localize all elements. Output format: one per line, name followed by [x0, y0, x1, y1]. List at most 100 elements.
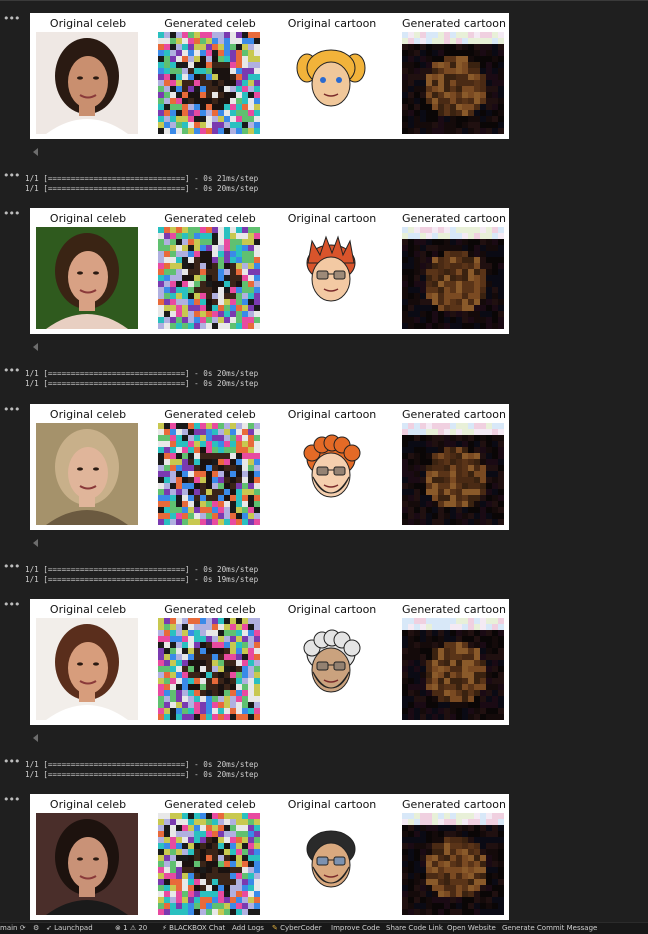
cell-more-actions-icon[interactable]: •••	[3, 208, 20, 219]
noise-pixel	[426, 501, 432, 507]
noise-pixel	[450, 819, 456, 825]
noise-pixel	[456, 104, 462, 110]
noise-pixel	[158, 831, 164, 837]
noise-pixel	[194, 233, 200, 239]
noise-pixel	[480, 666, 486, 672]
collapse-arrow-icon[interactable]	[33, 148, 38, 156]
noise-pixel	[468, 311, 474, 317]
noise-pixel	[438, 624, 444, 630]
noise-pixel	[242, 702, 248, 708]
noise-pixel	[474, 702, 480, 708]
noise-pixel	[206, 287, 212, 293]
live-share-icon[interactable]: ⚙	[33, 923, 39, 934]
noise-pixel	[480, 483, 486, 489]
noise-pixel	[224, 239, 230, 245]
noise-pixel	[248, 861, 254, 867]
noise-pixel	[498, 32, 504, 38]
noise-pixel	[230, 813, 236, 819]
noise-pixel	[170, 813, 176, 819]
noise-pixel	[480, 648, 486, 654]
noise-pixel	[230, 867, 236, 873]
noise-pixel	[158, 50, 164, 56]
noise-pixel	[158, 233, 164, 239]
noise-pixel	[176, 116, 182, 122]
add-logs-button[interactable]: Add Logs	[232, 923, 264, 934]
noise-pixel	[224, 104, 230, 110]
noise-pixel	[444, 86, 450, 92]
noise-pixel	[254, 708, 260, 714]
noise-pixel	[182, 891, 188, 897]
noise-pixel	[254, 624, 260, 630]
collapse-arrow-icon[interactable]	[33, 734, 38, 742]
cell-more-actions-icon[interactable]: •••	[3, 756, 20, 767]
noise-pixel	[182, 483, 188, 489]
noise-pixel	[474, 311, 480, 317]
noise-pixel	[408, 660, 414, 666]
cybercoder-button[interactable]: ✎ CyberCoder	[272, 923, 322, 934]
noise-pixel	[224, 92, 230, 98]
noise-pixel	[432, 311, 438, 317]
noise-pixel	[218, 495, 224, 501]
noise-pixel	[194, 323, 200, 329]
noise-pixel	[414, 855, 420, 861]
improve-code-button[interactable]: Improve Code	[331, 923, 380, 934]
noise-pixel	[176, 44, 182, 50]
noise-pixel	[164, 68, 170, 74]
cell-more-actions-icon[interactable]: •••	[3, 170, 20, 181]
noise-pixel	[176, 80, 182, 86]
launchpad-button[interactable]: ➶ Launchpad	[46, 923, 93, 934]
generate-commit-button[interactable]: Generate Commit Message	[502, 923, 597, 934]
noise-pixel	[456, 495, 462, 501]
noise-pixel	[212, 441, 218, 447]
noise-pixel	[206, 507, 212, 513]
noise-pixel	[254, 323, 260, 329]
noise-pixel	[402, 819, 408, 825]
noise-pixel	[230, 293, 236, 299]
cell-more-actions-icon[interactable]: •••	[3, 13, 20, 24]
noise-pixel	[224, 519, 230, 525]
noise-pixel	[164, 624, 170, 630]
noise-pixel	[486, 837, 492, 843]
noise-pixel	[498, 50, 504, 56]
noise-pixel	[218, 831, 224, 837]
cell-more-actions-icon[interactable]: •••	[3, 794, 20, 805]
noise-pixel	[248, 855, 254, 861]
noise-pixel	[224, 825, 230, 831]
noise-pixel	[450, 122, 456, 128]
cell-more-actions-icon[interactable]: •••	[3, 365, 20, 376]
noise-pixel	[170, 666, 176, 672]
noise-pixel	[254, 269, 260, 275]
cell-more-actions-icon[interactable]: •••	[3, 561, 20, 572]
noise-pixel	[414, 696, 420, 702]
noise-pixel	[176, 68, 182, 74]
noise-pixel	[194, 714, 200, 720]
blackbox-chat-button[interactable]: ⚡ BLACKBOX Chat	[162, 923, 225, 934]
noise-pixel	[450, 80, 456, 86]
noise-pixel	[468, 323, 474, 329]
noise-pixel	[188, 648, 194, 654]
noise-pixel	[408, 293, 414, 299]
noise-pixel	[200, 813, 206, 819]
noise-pixel	[164, 44, 170, 50]
noise-pixel	[254, 311, 260, 317]
cell-more-actions-icon[interactable]: •••	[3, 404, 20, 415]
noise-pixel	[188, 654, 194, 660]
noise-pixel	[468, 861, 474, 867]
noise-pixel	[498, 44, 504, 50]
branch-button[interactable]: main ⟳	[0, 923, 26, 934]
collapse-arrow-icon[interactable]	[33, 343, 38, 351]
noise-pixel	[432, 483, 438, 489]
noise-pixel	[182, 429, 188, 435]
collapse-arrow-icon[interactable]	[33, 539, 38, 547]
share-code-link-button[interactable]: Share Code Link	[386, 923, 443, 934]
original-celeb-image	[36, 32, 138, 134]
noise-pixel	[474, 819, 480, 825]
noise-pixel	[432, 501, 438, 507]
cell-more-actions-icon[interactable]: •••	[3, 599, 20, 610]
noise-pixel	[230, 843, 236, 849]
open-website-button[interactable]: Open Website	[447, 923, 496, 934]
problems-button[interactable]: ⊗ 1 ⚠ 20	[115, 923, 147, 934]
noise-pixel	[218, 281, 224, 287]
noise-pixel	[206, 453, 212, 459]
noise-pixel	[230, 897, 236, 903]
